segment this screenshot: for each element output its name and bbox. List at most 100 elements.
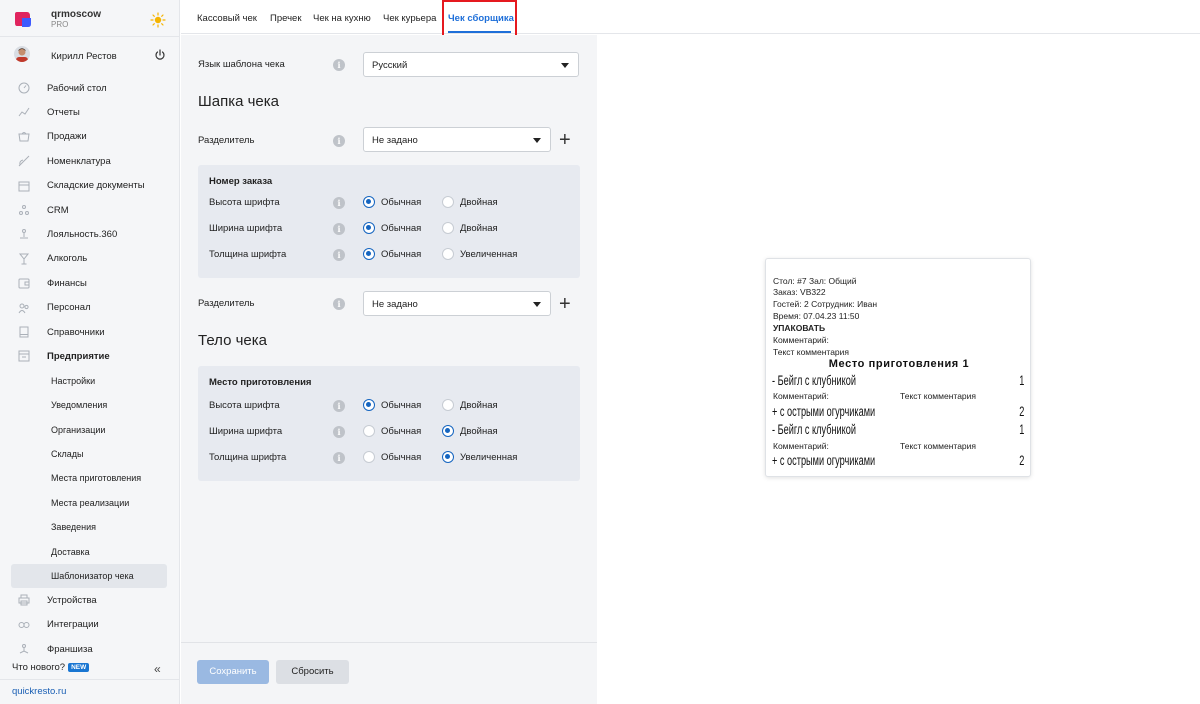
place-height-double-radio[interactable]: Двойная	[442, 399, 498, 411]
info-icon[interactable]: i	[333, 298, 345, 310]
enterprise-icon	[18, 350, 30, 362]
tag-icon	[18, 155, 30, 167]
radio-label: Обычная	[381, 425, 422, 437]
radio-label: Обычная	[381, 451, 422, 463]
sidebar-item-references[interactable]: Справочники	[11, 320, 167, 344]
info-icon[interactable]: i	[333, 400, 345, 412]
sidebar-item-reports[interactable]: Отчеты	[11, 100, 167, 124]
whats-new-label: Что нового?	[12, 662, 66, 673]
sidebar-item-integrations[interactable]: Интеграции	[11, 613, 167, 637]
sidebar-item-staff[interactable]: Персонал	[11, 296, 167, 320]
power-icon[interactable]	[154, 49, 166, 61]
loyalty-icon	[20, 229, 28, 239]
sidebar-item-sales[interactable]: Продажи	[11, 125, 167, 149]
language-label: Язык шаблона чека	[198, 59, 285, 70]
brand-logo-icon	[15, 12, 31, 27]
sidebar-subitem-label: Организации	[51, 424, 106, 435]
sidebar-subitem-notifications[interactable]: Уведомления	[11, 393, 167, 417]
sidebar-subitem-organizations[interactable]: Организации	[11, 417, 167, 441]
separator-select-value: Не задано	[372, 135, 418, 146]
people-icon	[19, 204, 29, 215]
radio-label: Обычная	[381, 248, 422, 260]
order-width-normal-radio[interactable]: Обычная	[363, 222, 421, 234]
place-width-double-radio[interactable]: Двойная	[442, 425, 498, 437]
receipt-cooking-place: Место приготовления 1	[828, 358, 970, 370]
order-height-double-radio[interactable]: Двойная	[442, 196, 498, 208]
sidebar-item-alcohol[interactable]: Алкоголь	[11, 247, 167, 271]
sidebar-subitem-label: Места приготовления	[51, 473, 142, 484]
footer-divider	[181, 642, 597, 643]
sidebar-subitem-warehouses[interactable]: Склады	[11, 442, 167, 466]
sidebar-item-crm[interactable]: CRM	[11, 198, 167, 222]
sidebar-item-warehouse-docs[interactable]: Складские документы	[11, 174, 167, 198]
sidebar-subitem-cooking-places[interactable]: Места приготовления	[11, 466, 167, 490]
sidebar-item-label: Рабочий стол	[47, 82, 107, 94]
sidebar-item-label: Устройства	[47, 594, 97, 606]
reset-button[interactable]: Сбросить	[276, 660, 349, 684]
tab-kitchen-receipt[interactable]: Чек на кухню	[313, 13, 371, 24]
sidebar-item-label: Отчеты	[47, 107, 80, 119]
sun-icon[interactable]	[150, 12, 166, 28]
info-icon[interactable]: i	[333, 452, 345, 464]
sidebar-subitem-receipt-templater[interactable]: Шаблонизатор чека	[11, 563, 167, 589]
sidebar-item-label: Номенклатура	[47, 155, 111, 167]
radio-label: Обычная	[381, 399, 422, 411]
info-icon[interactable]: i	[333, 59, 345, 71]
info-icon[interactable]: i	[333, 426, 345, 438]
sidebar-item-loyalty[interactable]: Лояльность.360	[11, 222, 167, 246]
place-weight-increased-radio[interactable]: Увеличенная	[442, 451, 517, 463]
sidebar-item-finance[interactable]: Финансы	[11, 271, 167, 295]
sidebar-item-devices[interactable]: Устройства	[11, 588, 167, 612]
sidebar-item-dashboard[interactable]: Рабочий стол	[11, 76, 167, 100]
tab-precheck[interactable]: Пречек	[270, 13, 301, 24]
sidebar-item-enterprise[interactable]: Предприятие	[11, 344, 167, 368]
info-icon[interactable]: i	[333, 135, 345, 147]
sidebar-subitem-sale-places[interactable]: Места реализации	[11, 491, 167, 515]
user-panel[interactable]: Кирилл Рестов	[12, 44, 172, 68]
sidebar-subitem-settings[interactable]: Настройки	[11, 369, 167, 393]
order-weight-increased-radio[interactable]: Увеличенная	[442, 248, 517, 260]
receipt-order-line: Заказ: VB322	[773, 287, 826, 297]
place-height-normal-radio[interactable]: Обычная	[363, 399, 421, 411]
info-icon[interactable]: i	[333, 249, 345, 261]
whats-new-link[interactable]: Что нового? NEW	[12, 662, 90, 673]
sidebar-item-label: Персонал	[47, 302, 91, 314]
collapse-sidebar-icon[interactable]: «	[154, 662, 161, 676]
save-button[interactable]: Сохранить	[197, 660, 269, 684]
brand[interactable]: qrmoscow PRO	[12, 6, 172, 34]
order-number-group: Номер заказа Высота шрифта i Обычная Дво…	[198, 165, 580, 278]
add-separator-icon[interactable]: +	[559, 294, 571, 314]
place-width-normal-radio[interactable]: Обычная	[363, 425, 421, 437]
receipt-item-comment-text: Текст комментария	[900, 391, 977, 401]
brand-plan: PRO	[51, 20, 69, 29]
sidebar-item-nomenclature[interactable]: Номенклатура	[11, 149, 167, 173]
sidebar-item-franchise[interactable]: Франшиза	[11, 637, 167, 661]
sidebar-subitem-venues[interactable]: Заведения	[11, 515, 167, 539]
receipt-comment-text: Текст комментария	[773, 347, 850, 357]
tab-courier-receipt[interactable]: Чек курьера	[383, 13, 436, 24]
sidebar-item-label: Алкоголь	[47, 253, 88, 265]
site-link[interactable]: quickresto.ru	[12, 686, 66, 697]
sidebar-item-label: Лояльность.360	[47, 229, 118, 241]
body-separator-select[interactable]: Не задано	[363, 291, 551, 316]
receipt-guests-line: Гостей: 2 Сотрудник: Иван	[773, 299, 878, 309]
order-width-double-radio[interactable]: Двойная	[442, 222, 498, 234]
info-icon[interactable]: i	[333, 223, 345, 235]
radio-dot	[442, 248, 454, 260]
font-height-label: Высота шрифта	[209, 400, 280, 411]
glass-icon	[18, 253, 30, 265]
header-separator-select[interactable]: Не задано	[363, 127, 551, 152]
order-weight-normal-radio[interactable]: Обычная	[363, 248, 421, 260]
order-height-normal-radio[interactable]: Обычная	[363, 196, 421, 208]
add-separator-icon[interactable]: +	[559, 130, 571, 150]
font-weight-label: Толщина шрифта	[209, 249, 287, 260]
info-icon[interactable]: i	[333, 197, 345, 209]
place-weight-normal-radio[interactable]: Обычная	[363, 451, 421, 463]
sidebar-subitem-delivery[interactable]: Доставка	[11, 539, 167, 563]
staff-icon	[18, 303, 29, 313]
tab-cash-receipt[interactable]: Кассовый чек	[197, 13, 257, 24]
sidebar-divider	[0, 679, 179, 680]
sidebar-item-label: Справочники	[47, 326, 105, 338]
receipt-modifier-qty: 2	[1019, 453, 1025, 468]
language-select[interactable]: Русский	[363, 52, 579, 77]
